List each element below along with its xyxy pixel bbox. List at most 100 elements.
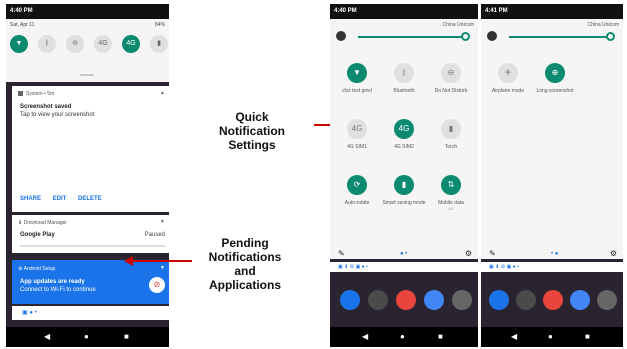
chrome-app-icon[interactable] <box>543 290 563 310</box>
slider-track[interactable] <box>509 36 611 38</box>
chevron-down-icon[interactable]: ▼ <box>160 219 165 225</box>
battery-icon: ▮ <box>394 175 414 195</box>
tile-label: Bluetooth <box>393 88 415 94</box>
carrier-label: China Unicom <box>587 22 619 28</box>
tile-sim1[interactable]: 4G 4G SIM1 <box>334 119 380 150</box>
home-icon[interactable]: ● <box>548 332 553 342</box>
settings-icon[interactable]: ⚙ <box>465 249 472 258</box>
notification-subtitle: Connect to Wi-Fi to continue <box>20 287 96 293</box>
phone-app-icon[interactable] <box>340 290 360 310</box>
tile-label: Smart saving mode <box>382 200 426 206</box>
edit-button[interactable]: EDIT <box>53 196 67 202</box>
navigation-bar: ◀ ● ■ <box>6 327 169 347</box>
download-progress-bar <box>20 245 165 247</box>
slider-knob[interactable] <box>606 32 615 41</box>
home-icon[interactable]: ● <box>84 332 89 342</box>
annotation-line: Notification <box>219 124 285 138</box>
source-label: Android Setup <box>23 266 56 272</box>
camera-app-icon[interactable] <box>597 290 617 310</box>
phone-notifications: 4:40 PM Sat, Apr 11 84% ▼ ᛒ ⊖ 4G 4G ▮ Sy… <box>6 4 169 347</box>
phone-app-icon[interactable] <box>489 290 509 310</box>
chevron-down-icon[interactable]: ▼ <box>160 265 165 271</box>
notification-actions: SHARE EDIT DELETE <box>20 196 112 202</box>
brightness-slider[interactable] <box>487 31 617 43</box>
do-not-disturb-icon[interactable]: ⊖ <box>66 35 84 53</box>
rotate-icon: ⟳ <box>347 175 367 195</box>
tile-torch[interactable]: ▮ Torch <box>428 119 474 150</box>
notification-title: Google Play <box>20 232 55 238</box>
quick-settings-annotation: Quick Notification Settings <box>212 110 292 152</box>
torch-icon[interactable]: ▮ <box>150 35 168 53</box>
annotation-line: Applications <box>208 278 281 292</box>
messages-app-icon[interactable] <box>516 290 536 310</box>
tile-mobile-data[interactable]: ⇅ Mobile data 4G <box>428 175 474 211</box>
wifi-icon[interactable]: ▼ <box>10 35 28 53</box>
slider-track[interactable] <box>358 36 466 38</box>
brightness-icon <box>487 31 497 41</box>
battery-label: 84% <box>154 22 165 28</box>
annotation-line: Pending <box>221 236 269 250</box>
tile-label: 4G SIM2 <box>394 144 414 150</box>
tile-wifi[interactable]: ▼ cfzz test gmcl <box>334 63 380 94</box>
edit-icon[interactable]: ✎ <box>338 249 345 258</box>
notification-icons-strip: ▣ ⬇ ⚙ ▣ ● • <box>481 262 623 272</box>
setup-notification[interactable]: ⚙ Android Setup ▼ App updates are ready … <box>12 260 169 304</box>
tile-auto-rotate[interactable]: ⟳ Auto-rotate <box>334 175 380 206</box>
chrome-app-icon[interactable] <box>396 290 416 310</box>
quick-settings-compact: Sat, Apr 11 84% ▼ ᛒ ⊖ 4G 4G ▮ <box>6 19 169 82</box>
camera-app-icon[interactable] <box>452 290 472 310</box>
qs-footer: ✎ ● • ⚙ <box>330 249 478 261</box>
drag-handle[interactable] <box>80 74 94 76</box>
tile-bluetooth[interactable]: ᛒ Bluetooth <box>381 63 427 94</box>
slider-knob[interactable] <box>461 32 470 41</box>
bluetooth-icon[interactable]: ᛒ <box>38 35 56 53</box>
app-dock <box>330 290 478 314</box>
pending-notifications-annotation: Pending Notifications and Applications <box>200 236 290 292</box>
screenshot-notification[interactable]: System • 5m ▲ Screenshot saved Tap to vi… <box>12 86 169 212</box>
qs-icon-row: ▼ ᛒ ⊖ 4G 4G ▮ <box>8 35 168 57</box>
data-icon: ⇅ <box>441 175 461 195</box>
notification-title: App updates are ready <box>20 279 85 285</box>
4g-icon[interactable]: 4G <box>94 35 112 53</box>
status-bar: 4:41 PM <box>481 4 623 19</box>
messages-app-icon[interactable] <box>368 290 388 310</box>
tile-airplane[interactable]: ✈ Airplane mode <box>485 63 531 94</box>
recents-icon[interactable]: ■ <box>438 332 443 342</box>
tile-label: Do Not Disturb <box>434 88 468 94</box>
recents-icon[interactable]: ■ <box>585 332 590 342</box>
recents-icon[interactable]: ■ <box>124 332 129 342</box>
download-status: Paused <box>144 232 165 238</box>
notification-subtitle: Tap to view your screenshot <box>20 112 95 118</box>
qs-footer: ✎ • ● ⚙ <box>481 249 623 261</box>
4g-icon[interactable]: 4G <box>122 35 140 53</box>
back-icon[interactable]: ◀ <box>362 332 368 342</box>
brightness-slider[interactable] <box>336 31 472 43</box>
back-icon[interactable]: ◀ <box>44 332 50 342</box>
edit-icon[interactable]: ✎ <box>489 249 496 258</box>
back-icon[interactable]: ◀ <box>511 332 517 342</box>
quick-settings-panel: China Unicom ✈ Airplane mode ⊕ Long screen… <box>481 19 623 259</box>
chevron-up-icon[interactable]: ▲ <box>160 90 165 96</box>
tile-dnd[interactable]: ⊖ Do Not Disturb <box>428 63 474 94</box>
tile-long-screenshot[interactable]: ⊕ Long screenshot <box>532 63 578 94</box>
navigation-bar: ◀ ● ■ <box>481 327 623 347</box>
download-notification[interactable]: ⬇ Download Manager ▼ Google Play Paused <box>12 215 169 253</box>
notification-source: ⚙ Android Setup <box>18 266 55 272</box>
google-app-icon[interactable] <box>424 290 444 310</box>
tile-smart-saving[interactable]: ▮ Smart saving mode <box>381 175 427 206</box>
google-app-icon[interactable] <box>570 290 590 310</box>
home-icon[interactable]: ● <box>400 332 405 342</box>
status-bar: 4:40 PM <box>6 4 169 19</box>
date-label: Sat, Apr 11 <box>10 22 35 28</box>
phone-quick-settings-page2: 4:41 PM China Unicom ✈ Airplane mode ⊕ Lon… <box>481 4 623 347</box>
share-button[interactable]: SHARE <box>20 196 41 202</box>
delete-button[interactable]: DELETE <box>78 196 102 202</box>
tile-label: Torch <box>444 144 458 150</box>
page-indicator: ● • <box>400 251 408 257</box>
tile-label: Long screenshot <box>536 88 574 94</box>
tile-sim2[interactable]: 4G 4G SIM2 <box>381 119 427 150</box>
4g-icon: 4G <box>394 119 414 139</box>
settings-icon[interactable]: ⚙ <box>610 249 617 258</box>
qs-header: Sat, Apr 11 84% <box>10 22 165 32</box>
arrow-left-head <box>124 256 133 266</box>
